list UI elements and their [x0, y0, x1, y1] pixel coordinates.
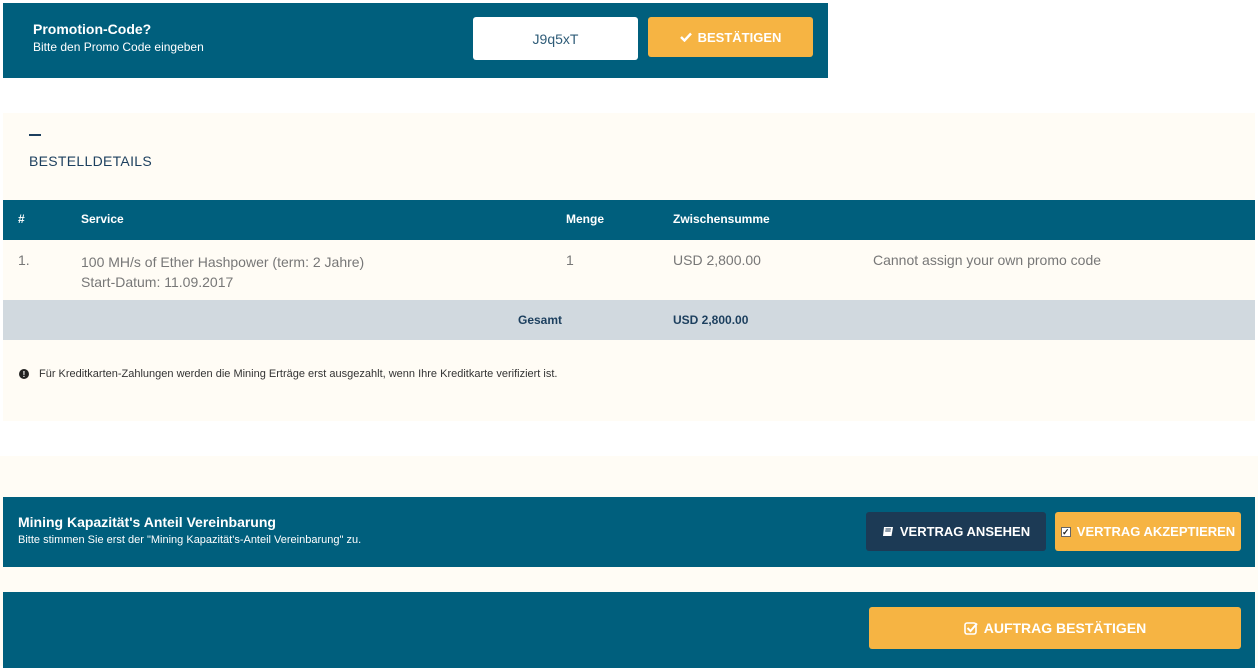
confirm-order-button[interactable]: AUFTRAG BESTÄTIGEN: [869, 607, 1241, 649]
col-service: Service: [81, 212, 124, 226]
row-service-line2: Start-Datum: 11.09.2017: [81, 274, 234, 290]
order-table-header: # Service Menge Zwischensumme: [3, 200, 1255, 240]
promo-subtitle: Bitte den Promo Code eingeben: [33, 40, 204, 54]
credit-card-note-text: Für Kreditkarten-Zahlungen werden die Mi…: [39, 368, 558, 380]
accept-contract-label: VERTRAG AKZEPTIEREN: [1076, 524, 1236, 539]
total-value: USD 2,800.00: [673, 313, 749, 327]
accept-contract-button[interactable]: ✓ VERTRAG AKZEPTIEREN: [1055, 512, 1241, 551]
credit-card-note: ! Für Kreditkarten-Zahlungen werden die …: [19, 368, 557, 380]
promo-confirm-button[interactable]: BESTÄTIGEN: [648, 17, 813, 57]
promo-confirm-label: BESTÄTIGEN: [697, 29, 782, 45]
row-service-line1: 100 MH/s of Ether Hashpower (term: 2 Jah…: [81, 254, 365, 270]
col-subtotal: Zwischensumme: [673, 212, 770, 226]
row-subtotal: USD 2,800.00: [673, 252, 761, 268]
confirm-order-label: AUFTRAG BESTÄTIGEN: [983, 620, 1147, 636]
row-service: 100 MH/s of Ether Hashpower (term: 2 Jah…: [81, 252, 364, 292]
col-qty: Menge: [566, 212, 605, 226]
view-contract-label: VERTRAG ANSEHEN: [899, 524, 1031, 539]
agreement-title: Mining Kapazität's Anteil Vereinbarung: [18, 514, 276, 530]
agreement-bar: Mining Kapazität's Anteil Vereinbarung B…: [3, 497, 1255, 567]
agreement-subtitle: Bitte stimmen Sie erst der "Mining Kapaz…: [18, 534, 362, 546]
table-row: 1. 100 MH/s of Ether Hashpower (term: 2 …: [3, 240, 1255, 300]
book-icon: [882, 527, 893, 536]
col-num: #: [18, 212, 25, 226]
order-details-section: BESTELLDETAILS # Service Menge Zwischens…: [3, 113, 1255, 421]
check-icon: [679, 32, 692, 42]
promo-code-input[interactable]: [473, 17, 638, 60]
promo-title: Promotion-Code?: [33, 21, 152, 37]
checkbox-checked-icon: ✓: [1060, 526, 1071, 537]
promo-code-bar: Promotion-Code? Bitte den Promo Code ein…: [3, 3, 828, 78]
order-total-row: Gesamt USD 2,800.00: [3, 300, 1255, 340]
section-dash: [29, 134, 41, 136]
total-label: Gesamt: [518, 313, 563, 327]
row-num: 1.: [18, 252, 30, 268]
order-section-title: BESTELLDETAILS: [29, 153, 152, 169]
row-qty: 1: [566, 252, 574, 268]
row-promo-message: Cannot assign your own promo code: [873, 252, 1102, 268]
check-square-icon: [963, 622, 978, 635]
exclamation-icon: !: [19, 369, 29, 379]
view-contract-button[interactable]: VERTRAG ANSEHEN: [866, 512, 1046, 551]
final-confirm-bar: AUFTRAG BESTÄTIGEN: [3, 592, 1255, 668]
